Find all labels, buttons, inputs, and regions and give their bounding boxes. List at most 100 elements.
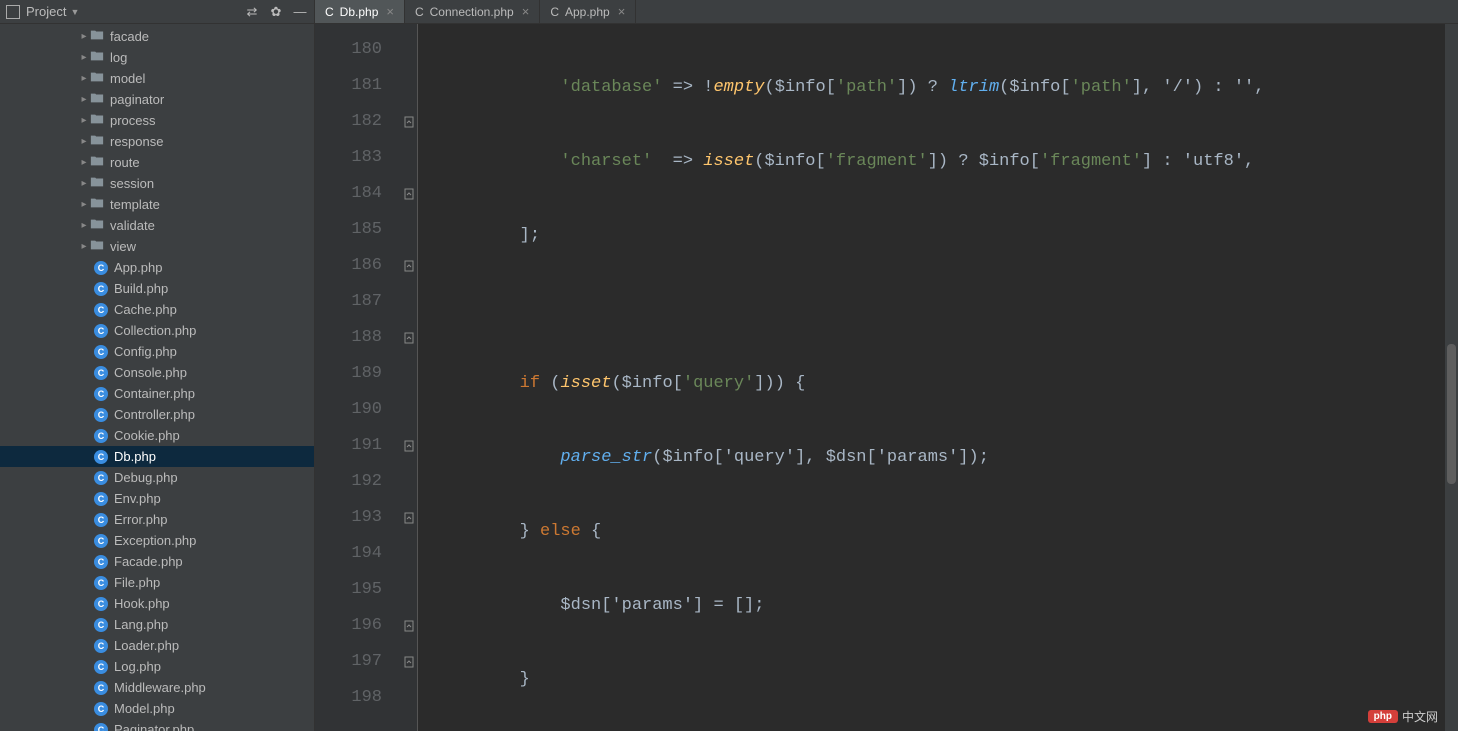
line-number: 196 bbox=[315, 608, 382, 644]
tree-file[interactable]: CEnv.php bbox=[0, 488, 314, 509]
code-area[interactable]: 'database' => !empty($info['path']) ? lt… bbox=[418, 24, 1458, 731]
tree-label: Error.php bbox=[114, 512, 167, 527]
tree-file[interactable]: CLoader.php bbox=[0, 635, 314, 656]
watermark: php 中文网 bbox=[1368, 708, 1438, 725]
line-number: 183 bbox=[315, 140, 382, 176]
php-file-icon: C bbox=[94, 429, 108, 443]
tree-label: Env.php bbox=[114, 491, 161, 506]
line-number: 197 bbox=[315, 644, 382, 680]
tree-folder[interactable]: ▸response bbox=[0, 131, 314, 152]
tree-file[interactable]: CException.php bbox=[0, 530, 314, 551]
tree-label: Hook.php bbox=[114, 596, 170, 611]
tree-folder[interactable]: ▸facade bbox=[0, 26, 314, 47]
line-number: 185 bbox=[315, 212, 382, 248]
php-file-icon: C bbox=[94, 303, 108, 317]
tree-folder[interactable]: ▸view bbox=[0, 236, 314, 257]
tree-file[interactable]: CConsole.php bbox=[0, 362, 314, 383]
tree-file[interactable]: CDb.php bbox=[0, 446, 314, 467]
folder-icon bbox=[90, 133, 104, 150]
line-number: 189 bbox=[315, 356, 382, 392]
tree-folder[interactable]: ▸model bbox=[0, 68, 314, 89]
tree-folder[interactable]: ▸process bbox=[0, 110, 314, 131]
tree-label: Container.php bbox=[114, 386, 195, 401]
fold-marker[interactable] bbox=[400, 248, 417, 284]
fold-marker bbox=[400, 536, 417, 572]
tree-label: Cookie.php bbox=[114, 428, 180, 443]
tree-label: Collection.php bbox=[114, 323, 196, 338]
tree-file[interactable]: CMiddleware.php bbox=[0, 677, 314, 698]
folder-icon bbox=[90, 28, 104, 45]
fold-marker[interactable] bbox=[400, 644, 417, 680]
tree-file[interactable]: CError.php bbox=[0, 509, 314, 530]
tree-file[interactable]: C Collection.php bbox=[0, 320, 314, 341]
tree-file[interactable]: C Lang.php bbox=[0, 614, 314, 635]
tree-file[interactable]: CDebug.php bbox=[0, 467, 314, 488]
code-editor[interactable]: 1801811821831841851861871881891901911921… bbox=[315, 24, 1458, 731]
minimize-icon[interactable]: — bbox=[292, 4, 308, 20]
tree-label: Db.php bbox=[114, 449, 156, 464]
php-file-icon: C bbox=[94, 618, 108, 632]
editor-tab[interactable]: CDb.php× bbox=[315, 0, 405, 23]
tree-file[interactable]: CLog.php bbox=[0, 656, 314, 677]
tree-label: Cache.php bbox=[114, 302, 177, 317]
tree-label: Build.php bbox=[114, 281, 168, 296]
tree-folder[interactable]: ▸template bbox=[0, 194, 314, 215]
dropdown-icon[interactable]: ▼ bbox=[70, 7, 79, 17]
tree-label: log bbox=[110, 50, 127, 65]
project-tree[interactable]: ▸facade▸log▸model▸paginator▸process▸resp… bbox=[0, 24, 314, 731]
scroll-from-source-icon[interactable]: ⇄ bbox=[244, 4, 260, 20]
fold-marker[interactable] bbox=[400, 500, 417, 536]
fold-marker[interactable] bbox=[400, 104, 417, 140]
close-icon[interactable]: × bbox=[386, 4, 394, 19]
tree-folder[interactable]: ▸paginator bbox=[0, 89, 314, 110]
tree-file[interactable]: CController.php bbox=[0, 404, 314, 425]
vertical-scrollbar[interactable] bbox=[1445, 24, 1458, 731]
php-file-icon: C bbox=[94, 639, 108, 653]
php-file-icon: C bbox=[94, 324, 108, 338]
tree-folder[interactable]: ▸route bbox=[0, 152, 314, 173]
tree-label: App.php bbox=[114, 260, 162, 275]
php-file-icon: C bbox=[94, 471, 108, 485]
tree-label: Exception.php bbox=[114, 533, 196, 548]
tree-folder[interactable]: ▸ validate bbox=[0, 215, 314, 236]
chevron-right-icon: ▸ bbox=[78, 199, 90, 210]
line-number: 195 bbox=[315, 572, 382, 608]
fold-marker[interactable] bbox=[400, 608, 417, 644]
fold-marker[interactable] bbox=[400, 176, 417, 212]
fold-marker[interactable] bbox=[400, 320, 417, 356]
tree-folder[interactable]: ▸log bbox=[0, 47, 314, 68]
fold-marker[interactable] bbox=[400, 428, 417, 464]
php-file-icon: C bbox=[94, 681, 108, 695]
chevron-right-icon: ▸ bbox=[78, 220, 90, 231]
tree-folder[interactable]: ▸session bbox=[0, 173, 314, 194]
tree-file[interactable]: C Cache.php bbox=[0, 299, 314, 320]
tree-label: validate bbox=[110, 218, 155, 233]
gutter: 1801811821831841851861871881891901911921… bbox=[315, 24, 400, 731]
php-file-icon: C bbox=[94, 387, 108, 401]
tree-file[interactable]: CConfig.php bbox=[0, 341, 314, 362]
project-title[interactable]: Project bbox=[26, 4, 66, 19]
tree-file[interactable]: C Container.php bbox=[0, 383, 314, 404]
line-number: 194 bbox=[315, 536, 382, 572]
close-icon[interactable]: × bbox=[522, 4, 530, 19]
tree-file[interactable]: CPaginator.php bbox=[0, 719, 314, 731]
tree-label: view bbox=[110, 239, 136, 254]
tree-file[interactable]: CModel.php bbox=[0, 698, 314, 719]
editor-main: CDb.php×CConnection.php×CApp.php× 180181… bbox=[315, 0, 1458, 731]
tree-file[interactable]: C Cookie.php bbox=[0, 425, 314, 446]
tree-file[interactable]: CHook.php bbox=[0, 593, 314, 614]
tree-file[interactable]: CFile.php bbox=[0, 572, 314, 593]
close-icon[interactable]: × bbox=[618, 4, 626, 19]
fold-marker bbox=[400, 392, 417, 428]
gear-icon[interactable]: ✿ bbox=[268, 4, 284, 20]
tree-label: Paginator.php bbox=[114, 722, 194, 731]
tree-file[interactable]: CFacade.php bbox=[0, 551, 314, 572]
tree-file[interactable]: CBuild.php bbox=[0, 278, 314, 299]
editor-tab[interactable]: CConnection.php× bbox=[405, 0, 540, 23]
editor-tab[interactable]: CApp.php× bbox=[540, 0, 636, 23]
tree-file[interactable]: CApp.php bbox=[0, 257, 314, 278]
tree-label: paginator bbox=[110, 92, 164, 107]
php-file-icon: C bbox=[550, 5, 559, 19]
tree-label: Lang.php bbox=[114, 617, 168, 632]
scrollbar-thumb[interactable] bbox=[1447, 344, 1456, 484]
